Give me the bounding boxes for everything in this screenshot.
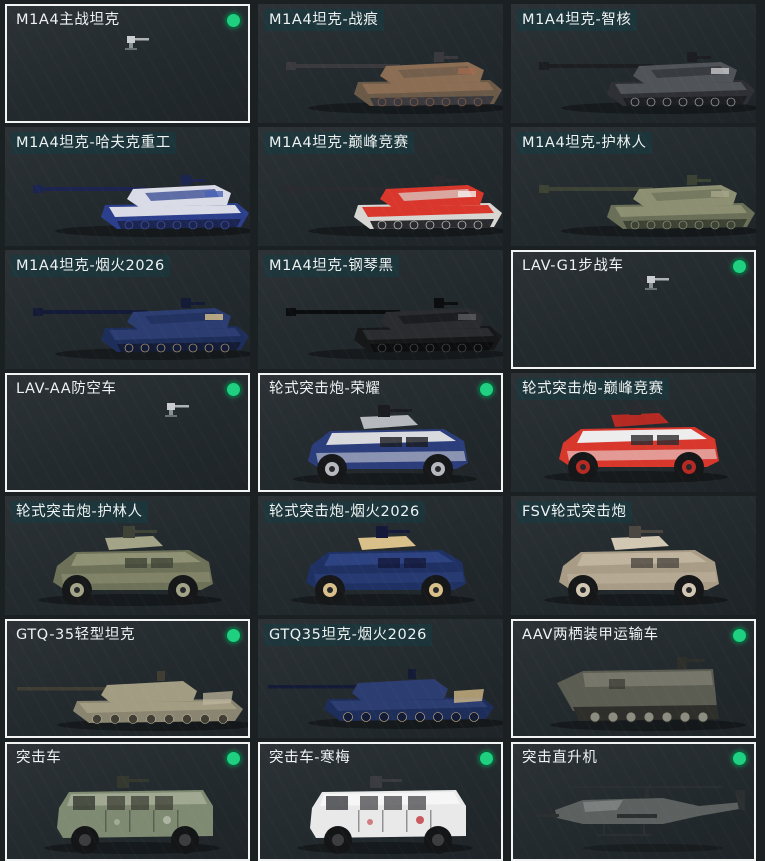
vehicle-skin-card[interactable]: AAV两栖装甲运输车 (511, 619, 756, 738)
vehicle-name-label: M1A4坦克-护林人 (517, 132, 652, 154)
vehicle-skin-card[interactable]: M1A4坦克-烟火2026 (5, 250, 250, 369)
vehicle-name-label: LAV-AA防空车 (16, 381, 117, 397)
vehicle-name-label: M1A4坦克-钢琴黑 (264, 255, 399, 277)
vehicle-skin-card[interactable]: GTQ35坦克-烟火2026 (258, 619, 503, 738)
vehicle-name-label: 轮式突击炮-烟火2026 (264, 501, 425, 523)
vehicle-name-label: 轮式突击炮-巅峰竞赛 (517, 378, 669, 400)
vehicle-skin-card[interactable]: M1A4坦克-战痕 (258, 4, 503, 123)
vehicle-skin-card[interactable]: 突击车-寒梅 (258, 742, 503, 861)
vehicle-name-label: M1A4坦克-烟火2026 (11, 255, 170, 277)
equipped-status-icon (227, 629, 240, 642)
equipped-status-icon (733, 752, 746, 765)
vehicle-skin-card[interactable]: LAV-G1步战车 (511, 250, 756, 369)
vehicle-skin-card[interactable]: M1A4坦克-哈夫克重工 (5, 127, 250, 246)
vehicle-skin-card[interactable]: M1A4坦克-巅峰竞赛 (258, 127, 503, 246)
vehicle-skin-card[interactable]: LAV-AA防空车 (5, 373, 250, 492)
equipped-status-icon (733, 260, 746, 273)
equipped-status-icon (227, 752, 240, 765)
vehicle-name-label: M1A4坦克-战痕 (264, 9, 384, 31)
vehicle-name-label: LAV-G1步战车 (522, 258, 624, 274)
vehicle-skin-grid: M1A4主战坦克 M1A4坦克-战痕 M1A4坦克-智核 M1A4坦克-哈夫克重工 M1… (5, 4, 756, 861)
vehicle-name-label: 轮式突击炮-荣耀 (269, 381, 381, 397)
vehicle-name-label: 突击直升机 (522, 750, 598, 766)
vehicle-name-label: FSV轮式突击炮 (517, 501, 632, 523)
vehicle-name-label: AAV两栖装甲运输车 (522, 627, 659, 643)
equipped-status-icon (227, 383, 240, 396)
equipped-status-icon (733, 629, 746, 642)
vehicle-name-label: M1A4坦克-哈夫克重工 (11, 132, 176, 154)
vehicle-name-label: GTQ35坦克-烟火2026 (264, 624, 432, 646)
vehicle-name-label: 突击车 (16, 750, 62, 766)
vehicle-skin-card[interactable]: 突击直升机 (511, 742, 756, 861)
vehicle-name-label: 轮式突击炮-护林人 (11, 501, 148, 523)
vehicle-skin-card[interactable]: 轮式突击炮-荣耀 (258, 373, 503, 492)
vehicle-name-label: 突击车-寒梅 (269, 750, 351, 766)
equipped-status-icon (227, 14, 240, 27)
equipped-status-icon (480, 752, 493, 765)
vehicle-skin-card[interactable]: 轮式突击炮-护林人 (5, 496, 250, 615)
vehicle-skin-card[interactable]: M1A4坦克-护林人 (511, 127, 756, 246)
vehicle-skin-card[interactable]: GTQ-35轻型坦克 (5, 619, 250, 738)
vehicle-skin-card[interactable]: 轮式突击炮-巅峰竞赛 (511, 373, 756, 492)
vehicle-skin-card[interactable]: M1A4主战坦克 (5, 4, 250, 123)
vehicle-skin-card[interactable]: 轮式突击炮-烟火2026 (258, 496, 503, 615)
vehicle-skin-card[interactable]: FSV轮式突击炮 (511, 496, 756, 615)
vehicle-name-label: M1A4坦克-巅峰竞赛 (264, 132, 414, 154)
equipped-status-icon (480, 383, 493, 396)
vehicle-name-label: M1A4主战坦克 (16, 12, 120, 28)
vehicle-name-label: M1A4坦克-智核 (517, 9, 637, 31)
vehicle-skin-card[interactable]: M1A4坦克-钢琴黑 (258, 250, 503, 369)
vehicle-name-label: GTQ-35轻型坦克 (16, 627, 136, 643)
vehicle-skin-card[interactable]: 突击车 (5, 742, 250, 861)
vehicle-skin-card[interactable]: M1A4坦克-智核 (511, 4, 756, 123)
